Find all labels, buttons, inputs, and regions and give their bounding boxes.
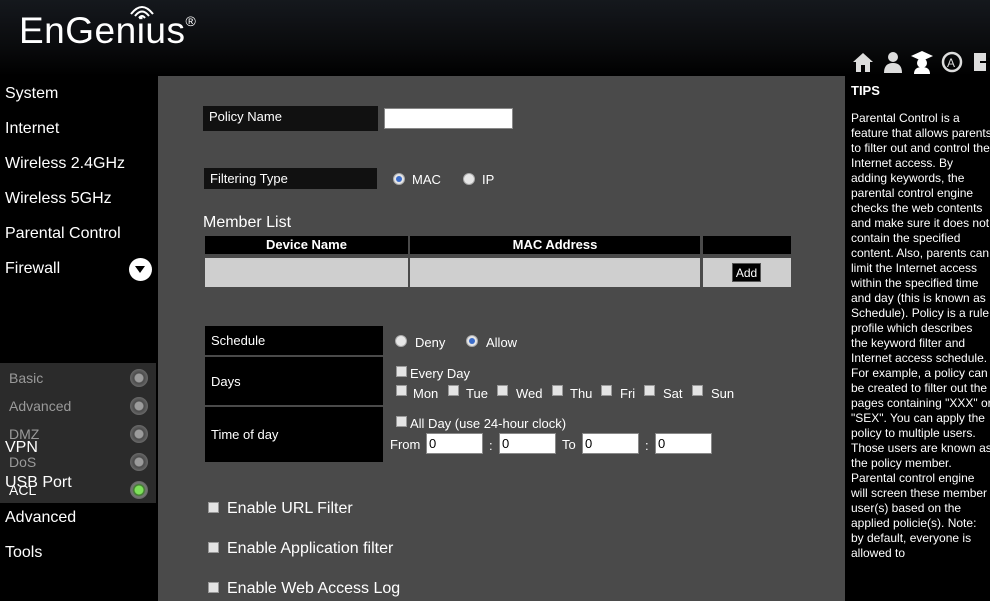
svg-text:A: A	[947, 56, 955, 70]
filter-mac-label: MAC	[412, 172, 441, 187]
user-icon[interactable]	[881, 50, 905, 74]
nav-item-wireless-5[interactable]: Wireless 5GHz	[5, 190, 112, 208]
enable-web-log-label: Enable Web Access Log	[227, 580, 401, 597]
enable-web-log-checkbox[interactable]	[208, 582, 219, 593]
day-sat-label: Sat	[663, 386, 683, 401]
day-tue-label: Tue	[466, 386, 488, 401]
day-tue-checkbox[interactable]	[448, 385, 459, 396]
day-thu-label: Thu	[570, 386, 593, 401]
add-member-button[interactable]: Add	[732, 263, 761, 282]
day-sun-label: Sun	[711, 386, 735, 401]
sub-item-advanced[interactable]: Advanced	[9, 398, 71, 414]
schedule-label: Schedule	[211, 333, 266, 348]
refresh-icon[interactable]: A	[940, 50, 964, 74]
days-label: Days	[211, 374, 241, 389]
every-day-label: Every Day	[410, 366, 470, 381]
to-hour-input[interactable]: 0	[582, 433, 639, 454]
filter-ip-radio[interactable]	[463, 173, 475, 185]
device-name-cell[interactable]	[205, 258, 408, 287]
sub-item-acl-indicator-icon	[130, 481, 148, 499]
nav-item-parental-control[interactable]: Parental Control	[5, 225, 121, 243]
day-mon-label: Mon	[413, 386, 439, 401]
sub-item-advanced-indicator-icon	[130, 397, 148, 415]
header-bar: EnGenius®	[0, 0, 990, 76]
policy-name-label: Policy Name	[203, 106, 378, 131]
every-day-checkbox[interactable]	[396, 366, 407, 377]
tips-panel: TIPS Parental Control is a feature that …	[845, 76, 990, 601]
enable-app-filter-checkbox[interactable]	[208, 542, 219, 553]
day-wed-label: Wed	[516, 386, 543, 401]
sub-item-dos-indicator-icon	[130, 453, 148, 471]
enable-url-filter-checkbox[interactable]	[208, 502, 219, 513]
tips-title: TIPS	[851, 83, 880, 98]
day-thu-checkbox[interactable]	[552, 385, 563, 396]
enable-url-filter-label: Enable URL Filter	[227, 500, 353, 517]
nav-item-system[interactable]: System	[5, 85, 58, 103]
nav-item-usb-port[interactable]: USB Port	[5, 474, 72, 492]
sidebar-nav: System Internet Wireless 2.4GHz Wireless…	[0, 76, 158, 601]
day-fri-label: Fri	[620, 386, 636, 401]
firewall-expand-icon[interactable]	[129, 258, 152, 281]
day-sat-checkbox[interactable]	[644, 385, 655, 396]
day-sun-checkbox[interactable]	[692, 385, 703, 396]
from-minute-input[interactable]: 0	[499, 433, 556, 454]
filtering-type-label: Filtering Type	[204, 168, 377, 189]
nav-item-internet[interactable]: Internet	[5, 120, 59, 138]
from-hour-input[interactable]: 0	[426, 433, 483, 454]
day-fri-checkbox[interactable]	[601, 385, 612, 396]
sub-item-dmz-indicator-icon	[130, 425, 148, 443]
home-icon[interactable]	[851, 50, 875, 74]
nav-item-vpn[interactable]: VPN	[5, 439, 38, 457]
schedule-allow-label: Allow	[486, 335, 518, 350]
day-mon-checkbox[interactable]	[396, 385, 407, 396]
schedule-deny-radio[interactable]	[395, 335, 407, 347]
top-icon-bar: A	[845, 50, 990, 76]
to-label: To	[562, 437, 576, 452]
sub-item-basic[interactable]: Basic	[9, 370, 43, 386]
policy-name-input[interactable]	[384, 108, 513, 129]
schedule-deny-label: Deny	[415, 335, 446, 350]
enable-app-filter-label: Enable Application filter	[227, 540, 394, 557]
schedule-allow-radio[interactable]	[466, 335, 478, 347]
all-day-checkbox[interactable]	[396, 416, 407, 427]
time-of-day-label: Time of day	[211, 427, 279, 442]
nav-item-advanced[interactable]: Advanced	[5, 509, 76, 527]
nav-item-firewall[interactable]: Firewall	[5, 260, 60, 278]
sub-item-basic-indicator-icon	[130, 369, 148, 387]
to-colon: :	[645, 438, 649, 453]
logout-icon[interactable]	[970, 50, 990, 74]
from-label: From	[390, 437, 421, 452]
from-colon: :	[489, 438, 493, 453]
graduate-icon[interactable]	[910, 50, 934, 74]
all-day-label: All Day (use 24-hour clock)	[410, 416, 567, 431]
main-content: Policy Name Filtering Type MAC IP Member…	[158, 76, 845, 601]
col-action	[703, 236, 791, 254]
to-minute-input[interactable]: 0	[655, 433, 712, 454]
brand-logo: EnGenius®	[19, 10, 197, 51]
nav-item-tools[interactable]: Tools	[5, 544, 42, 562]
member-list-title: Member List	[203, 214, 292, 231]
tips-body: Parental Control is a feature that allow…	[851, 111, 990, 560]
col-mac-address: MAC Address	[410, 236, 700, 254]
filter-ip-label: IP	[482, 172, 495, 187]
col-device-name: Device Name	[205, 236, 408, 254]
nav-item-wireless-24[interactable]: Wireless 2.4GHz	[5, 155, 125, 173]
filter-mac-radio[interactable]	[393, 173, 405, 185]
day-wed-checkbox[interactable]	[497, 385, 508, 396]
mac-address-cell[interactable]	[410, 258, 700, 287]
